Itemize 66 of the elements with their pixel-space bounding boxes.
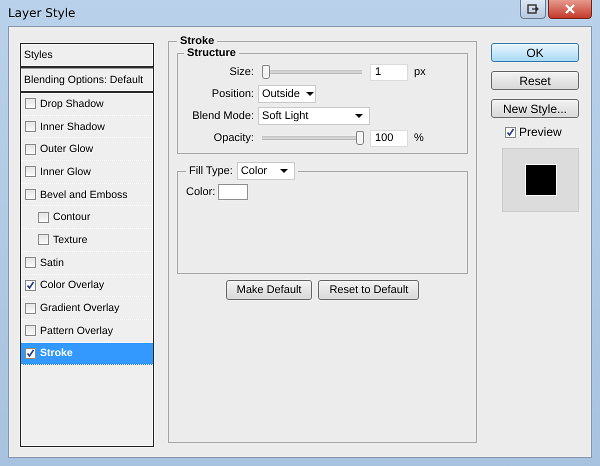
style-item[interactable]: Outer Glow xyxy=(21,138,153,162)
checkbox[interactable] xyxy=(25,189,36,200)
style-label: Stroke xyxy=(40,347,73,360)
checkbox[interactable] xyxy=(25,280,36,291)
style-item[interactable]: Drop Shadow xyxy=(21,93,153,116)
checkbox[interactable] xyxy=(25,98,36,110)
preview-checkbox[interactable] xyxy=(505,126,516,138)
dialog-button[interactable]: OK xyxy=(491,43,579,62)
fill-type-dropdown[interactable]: Color xyxy=(236,162,295,180)
section-title: Structure xyxy=(186,47,237,59)
dialog-button[interactable]: New Style... xyxy=(491,99,579,118)
default-button[interactable]: Make Default xyxy=(226,280,312,300)
style-item[interactable]: Contour xyxy=(21,206,153,230)
close-icon xyxy=(564,4,576,14)
style-label: Satin xyxy=(40,256,64,269)
style-item[interactable]: Gradient Overlay xyxy=(21,297,153,320)
checkbox[interactable] xyxy=(25,325,36,336)
checkbox[interactable] xyxy=(38,234,49,246)
checkbox[interactable] xyxy=(25,121,36,132)
fill-type-label: Fill Type: xyxy=(189,165,233,177)
style-label: Bevel and Emboss xyxy=(40,188,128,201)
slider-thumb[interactable] xyxy=(356,131,364,145)
checkbox[interactable] xyxy=(25,302,36,314)
style-label: Color Overlay xyxy=(40,279,104,292)
style-label: Outer Glow xyxy=(40,143,94,156)
checkbox[interactable] xyxy=(25,257,36,268)
style-item[interactable]: Color Overlay xyxy=(21,274,153,298)
size-label: Size: xyxy=(228,66,254,78)
blend-mode-dropdown[interactable]: Soft Light xyxy=(258,107,370,125)
size-field[interactable]: 1 xyxy=(370,64,408,80)
position-dropdown[interactable]: Outside xyxy=(258,85,316,103)
styles-header[interactable]: Styles xyxy=(21,44,153,68)
unit-label: px xyxy=(414,66,426,78)
style-label: Pattern Overlay xyxy=(40,324,113,337)
style-label: Gradient Overlay xyxy=(40,302,120,314)
color-swatch[interactable] xyxy=(218,184,248,200)
style-item[interactable]: Satin xyxy=(21,252,153,274)
window-title: Layer Style xyxy=(8,6,76,20)
style-item[interactable]: Inner Shadow xyxy=(21,116,153,138)
restore-icon xyxy=(527,4,539,14)
style-label: Texture xyxy=(53,234,88,246)
checkbox[interactable] xyxy=(25,144,36,155)
blend-mode-label: Blend Mode: xyxy=(191,110,254,122)
style-item[interactable]: Bevel and Emboss xyxy=(21,184,153,206)
opacity-label: Opacity: xyxy=(212,132,254,144)
position-label: Position: xyxy=(210,88,254,100)
checkbox[interactable] xyxy=(38,212,49,223)
close-button[interactable] xyxy=(548,0,592,19)
style-label: Contour xyxy=(53,211,90,224)
checkbox[interactable] xyxy=(25,166,36,178)
preview-label: Preview xyxy=(519,125,562,139)
opacity-field[interactable]: 100 xyxy=(370,130,408,146)
style-item[interactable]: Inner Glow xyxy=(21,161,153,184)
checkbox[interactable] xyxy=(25,348,36,359)
restore-button[interactable] xyxy=(520,0,546,19)
dialog-button[interactable]: Reset xyxy=(491,71,579,90)
section-title: Stroke xyxy=(179,35,216,47)
slider-thumb[interactable] xyxy=(262,65,270,79)
style-label: Inner Shadow xyxy=(40,120,105,133)
color-label: Color: xyxy=(186,186,216,198)
style-label: Drop Shadow xyxy=(40,98,104,110)
style-label: Inner Glow xyxy=(40,166,91,178)
default-button[interactable]: Reset to Default xyxy=(318,280,420,300)
unit-label: % xyxy=(414,132,424,144)
style-item[interactable]: Texture xyxy=(21,229,153,252)
blending-options-item[interactable]: Blending Options: Default xyxy=(21,68,153,93)
